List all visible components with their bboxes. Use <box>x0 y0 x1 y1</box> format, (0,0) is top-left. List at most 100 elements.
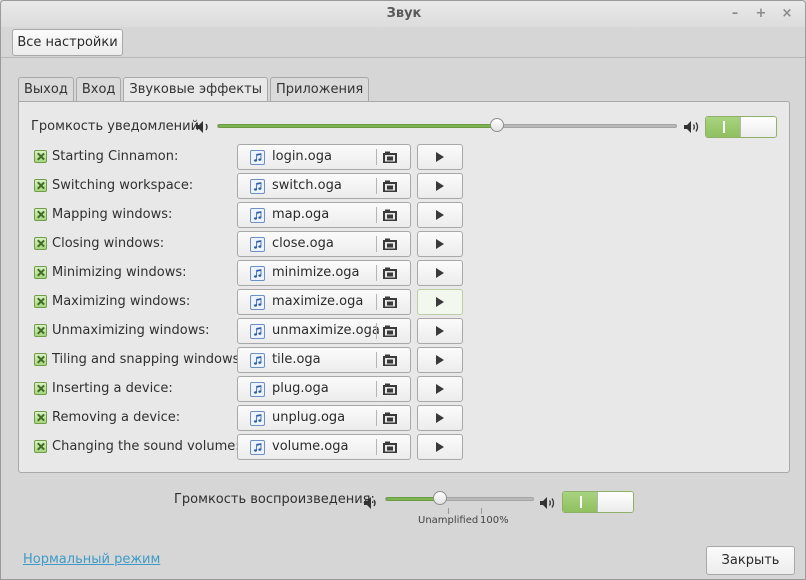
play-icon <box>436 239 444 249</box>
tab-output[interactable]: Выход <box>18 77 74 102</box>
tab-bar: Выход Вход Звуковые эффекты Приложения <box>18 77 371 103</box>
switch-on-indicator <box>706 117 742 137</box>
play-sound-button[interactable] <box>417 405 463 431</box>
window-title: Звук <box>386 6 422 21</box>
speaker-low-icon <box>364 497 376 509</box>
tab-sound-effects[interactable]: Звуковые эффекты <box>123 77 268 103</box>
sound-enable-checkbox[interactable] <box>34 353 47 366</box>
play-icon <box>436 355 444 365</box>
audio-file-icon <box>250 150 265 165</box>
play-sound-button[interactable] <box>417 173 463 199</box>
sound-enable-checkbox[interactable] <box>34 382 47 395</box>
notification-volume-slider[interactable] <box>217 118 677 132</box>
play-sound-button[interactable] <box>417 318 463 344</box>
sound-enable-checkbox[interactable] <box>34 237 47 250</box>
sound-file-chooser[interactable]: unplug.oga <box>237 405 411 431</box>
sound-file-name: unmaximize.oga <box>272 323 380 338</box>
play-sound-button[interactable] <box>417 347 463 373</box>
audio-file-icon <box>250 179 265 194</box>
sound-enable-checkbox[interactable] <box>34 208 47 221</box>
audio-file-icon <box>250 266 265 281</box>
play-sound-button[interactable] <box>417 376 463 402</box>
play-sound-button[interactable] <box>417 202 463 228</box>
notification-volume-knob[interactable] <box>490 118 504 132</box>
play-icon <box>436 210 444 220</box>
tab-applications[interactable]: Приложения <box>270 77 370 102</box>
audio-file-icon <box>250 237 265 252</box>
folder-icon <box>383 209 397 221</box>
all-settings-button[interactable]: Все настройки <box>12 29 123 56</box>
sound-enable-checkbox[interactable] <box>34 266 47 279</box>
file-chooser-divider <box>376 381 377 397</box>
sound-effect-row: Minimizing windows: minimize.oga <box>34 260 474 286</box>
sound-file-chooser[interactable]: tile.oga <box>237 347 411 373</box>
play-sound-button[interactable] <box>417 144 463 170</box>
play-sound-button[interactable] <box>417 260 463 286</box>
sound-file-chooser[interactable]: map.oga <box>237 202 411 228</box>
playback-volume-fill <box>386 497 440 501</box>
title-bar[interactable]: Звук – + × <box>1 1 805 27</box>
sound-file-chooser[interactable]: maximize.oga <box>237 289 411 315</box>
folder-icon <box>383 267 397 279</box>
sound-effect-row: Closing windows: close.oga <box>34 231 474 257</box>
audio-file-icon <box>250 324 265 339</box>
tab-input[interactable]: Вход <box>75 77 122 102</box>
notification-sound-switch[interactable] <box>705 116 777 138</box>
sound-file-name: unplug.oga <box>272 410 346 425</box>
minimize-icon[interactable]: – <box>729 1 741 27</box>
sound-file-chooser[interactable]: switch.oga <box>237 173 411 199</box>
folder-icon <box>383 412 397 424</box>
file-chooser-divider <box>376 265 377 281</box>
play-sound-button[interactable] <box>417 289 463 315</box>
playback-volume-knob[interactable] <box>433 491 447 505</box>
sound-file-name: volume.oga <box>272 439 349 454</box>
file-chooser-divider <box>376 410 377 426</box>
window-controls: – + × <box>729 1 793 27</box>
play-icon <box>436 384 444 394</box>
play-sound-button[interactable] <box>417 434 463 460</box>
sound-event-label: Starting Cinnamon: <box>52 149 179 164</box>
sound-event-label: Switching workspace: <box>52 178 194 193</box>
playback-sound-switch[interactable] <box>562 491 634 513</box>
playback-volume-label: Громкость воспроизведения: <box>174 492 375 507</box>
sound-effect-row: Inserting a device: plug.oga <box>34 376 474 402</box>
switch-on-indicator <box>563 492 599 512</box>
notification-volume-label: Громкость уведомлений: <box>31 119 204 134</box>
sound-file-name: minimize.oga <box>272 265 360 280</box>
sound-enable-checkbox[interactable] <box>34 324 47 337</box>
close-icon[interactable]: × <box>781 1 793 27</box>
sound-file-chooser[interactable]: login.oga <box>237 144 411 170</box>
play-icon <box>436 181 444 191</box>
sound-enable-checkbox[interactable] <box>34 411 47 424</box>
sound-file-chooser[interactable]: close.oga <box>237 231 411 257</box>
file-chooser-divider <box>376 439 377 455</box>
sound-file-name: switch.oga <box>272 178 342 193</box>
sound-enable-checkbox[interactable] <box>34 295 47 308</box>
sound-file-chooser[interactable]: plug.oga <box>237 376 411 402</box>
play-sound-button[interactable] <box>417 231 463 257</box>
switch-thumb <box>740 117 776 137</box>
folder-icon <box>383 151 397 163</box>
close-button[interactable]: Закрыть <box>706 546 795 575</box>
sound-file-name: tile.oga <box>272 352 321 367</box>
sound-file-name: close.oga <box>272 236 334 251</box>
sound-effect-row: Removing a device: unplug.oga <box>34 405 474 431</box>
play-icon <box>436 413 444 423</box>
playback-volume-slider[interactable] <box>385 491 534 505</box>
sound-enable-checkbox[interactable] <box>34 440 47 453</box>
sound-event-label: Closing windows: <box>52 236 165 251</box>
normal-mode-link[interactable]: Нормальный режим <box>23 552 160 567</box>
sound-file-chooser[interactable]: minimize.oga <box>237 260 411 286</box>
sound-event-label: Mapping windows: <box>52 207 173 222</box>
file-chooser-divider <box>376 294 377 310</box>
speaker-high-icon <box>684 121 699 133</box>
sound-file-chooser[interactable]: unmaximize.oga <box>237 318 411 344</box>
audio-file-icon <box>250 353 265 368</box>
play-icon <box>436 297 444 307</box>
sound-file-name: login.oga <box>272 149 332 164</box>
sound-enable-checkbox[interactable] <box>34 150 47 163</box>
sound-enable-checkbox[interactable] <box>34 179 47 192</box>
sound-file-chooser[interactable]: volume.oga <box>237 434 411 460</box>
maximize-icon[interactable]: + <box>755 1 767 27</box>
sound-event-label: Changing the sound volume: <box>52 439 240 454</box>
